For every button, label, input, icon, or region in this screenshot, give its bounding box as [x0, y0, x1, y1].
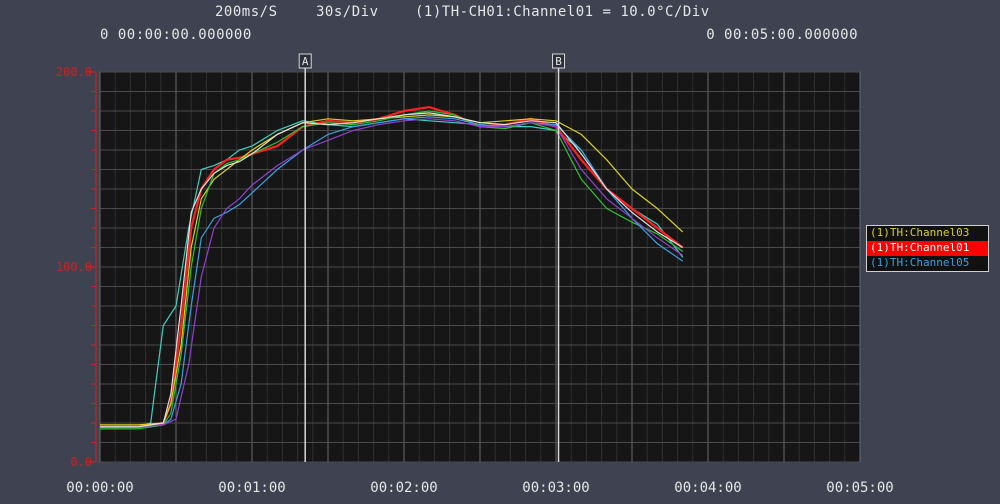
x-tick-label: 00:04:00: [674, 480, 741, 496]
x-tick-label: 00:00:00: [66, 480, 133, 496]
x-tick-label: 00:01:00: [218, 480, 285, 496]
y-tick-label: 0.0: [70, 455, 92, 469]
y-tick-label: 100.0: [56, 260, 92, 274]
x-tick-label: 00:02:00: [370, 480, 437, 496]
x-tick-label: 00:05:00: [826, 480, 893, 496]
cursor-label: B: [555, 55, 562, 68]
cursor-label: A: [302, 55, 309, 68]
x-tick-label: 00:03:00: [522, 480, 589, 496]
channel-legend[interactable]: (1)TH:Channel03 (1)TH:Channel01 (1)TH:Chan…: [866, 225, 989, 272]
y-tick-label: 200.0: [56, 65, 92, 79]
waveform-chart[interactable]: 0.0 100.0 200.0 00:00:00 00:01:00 00:02:00 00:…: [0, 0, 1000, 500]
legend-item-3[interactable]: (1)TH:Channel05: [867, 256, 988, 271]
legend-item-2[interactable]: (1)TH:Channel01: [867, 241, 988, 256]
legend-item-1[interactable]: (1)TH:Channel03: [867, 226, 988, 241]
